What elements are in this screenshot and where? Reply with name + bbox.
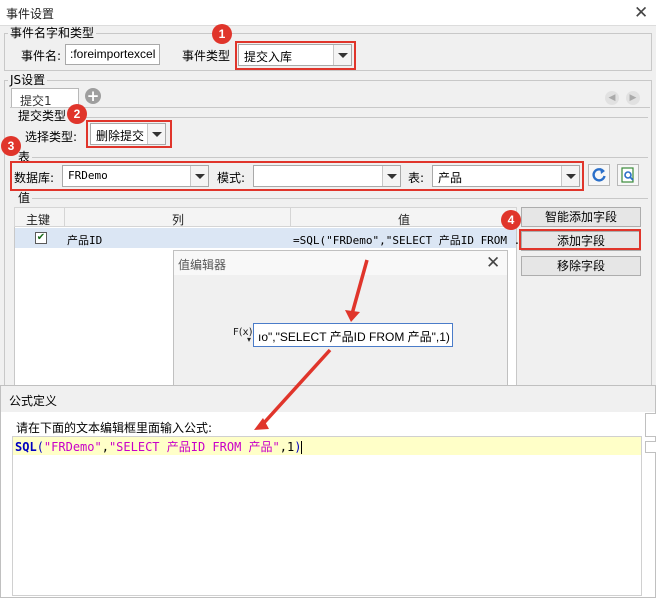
formula-definition-dialog: 公式定义 请在下面的文本编辑框里面输入公式: SQL("FRDemo","SEL… — [0, 385, 656, 598]
primary-key-checkbox[interactable]: ✔ — [35, 232, 47, 244]
formula-function-name: SQL — [15, 440, 37, 454]
event-name-value: :foreimportexcel — [70, 47, 156, 61]
tab-submit-1[interactable]: 提交1 — [11, 88, 79, 108]
annotation-box-4 — [519, 229, 641, 250]
header-divider — [290, 208, 291, 226]
formula-comma: , — [279, 440, 288, 454]
header-divider — [64, 208, 65, 226]
remove-field-button[interactable]: 移除字段 — [521, 256, 641, 276]
value-formula-text: ıo","SELECT 产品ID FROM 产品",1) — [258, 330, 450, 344]
event-type-label: 事件类型 — [182, 49, 231, 63]
event-section-legend: 事件名字和类型 — [8, 26, 97, 40]
value-editor-title: 值编辑器 — [178, 258, 227, 272]
preview-search-icon — [621, 167, 634, 183]
window-close-button[interactable]: ✕ — [634, 5, 648, 22]
smart-add-field-button[interactable]: 智能添加字段 — [521, 207, 641, 227]
annotation-badge-3: 3 — [1, 136, 21, 156]
event-name-input[interactable]: :foreimportexcel — [65, 44, 160, 65]
nav-right-icon[interactable]: ▶ — [626, 91, 640, 105]
value-legend: 值 — [16, 191, 33, 205]
annotation-box-1 — [235, 41, 356, 70]
value-editor-close-button[interactable]: ✕ — [486, 255, 500, 272]
nav-left-icon[interactable]: ◀ — [605, 91, 619, 105]
value-divider — [32, 198, 648, 199]
column-header-value[interactable]: 值 — [398, 211, 410, 228]
js-section-legend: JS设置 — [8, 73, 48, 87]
table-divider — [32, 157, 648, 158]
refresh-icon — [592, 168, 606, 182]
value-editor-dialog: 值编辑器 ✕ F(x) ▾ ıo","SELECT 产品ID FROM 产品",… — [173, 250, 508, 390]
fx-dropdown-icon[interactable]: ▾ — [247, 335, 251, 344]
formula-dialog-title-bar — [1, 386, 655, 412]
formula-instruction: 请在下面的文本编辑框里面输入公式: — [16, 421, 213, 435]
add-tab-icon[interactable]: + — [85, 88, 101, 104]
formula-paren-close: ) — [294, 440, 302, 454]
refresh-button[interactable] — [588, 164, 610, 186]
tab-label: 提交1 — [20, 94, 52, 108]
text-cursor — [301, 441, 303, 454]
column-header-primary-key[interactable]: 主键 — [26, 211, 50, 228]
formula-dialog-title: 公式定义 — [9, 394, 58, 408]
submit-type-divider — [70, 117, 648, 118]
window-title-bar: 事件设置 ✕ — [0, 0, 656, 26]
window-title: 事件设置 — [6, 7, 55, 21]
value-grid-header — [14, 207, 517, 227]
formula-arg-database: "FRDemo" — [43, 440, 102, 454]
side-panel-edge — [645, 441, 656, 453]
tab-divider — [10, 107, 650, 108]
submit-type-legend: 提交类型 — [16, 109, 69, 123]
formula-arg-sql: "SELECT 产品ID FROM 产品" — [108, 440, 280, 454]
column-header-column[interactable]: 列 — [172, 211, 184, 228]
event-name-label: 事件名: — [21, 49, 62, 63]
formula-editor[interactable] — [12, 436, 642, 596]
formula-text[interactable]: SQL("FRDemo","SELECT 产品ID FROM 产品",1) — [15, 438, 303, 455]
annotation-badge-2: 2 — [67, 104, 87, 124]
side-panel-edge — [645, 413, 656, 437]
annotation-box-3 — [10, 161, 584, 191]
row-column-name: 产品ID — [67, 234, 103, 247]
annotation-badge-4: 4 — [501, 210, 521, 230]
annotation-box-2 — [86, 120, 172, 148]
formula-paren-open: ( — [36, 440, 44, 454]
row-value-formula[interactable]: =SQL("FRDemo","SELECT 产品ID FROM ... — [293, 232, 534, 248]
value-formula-input[interactable]: ıo","SELECT 产品ID FROM 产品",1) — [253, 323, 453, 347]
annotation-badge-1: 1 — [212, 24, 232, 44]
select-type-label: 选择类型: — [25, 130, 78, 144]
formula-comma: , — [101, 440, 109, 454]
preview-table-button[interactable] — [617, 164, 639, 186]
